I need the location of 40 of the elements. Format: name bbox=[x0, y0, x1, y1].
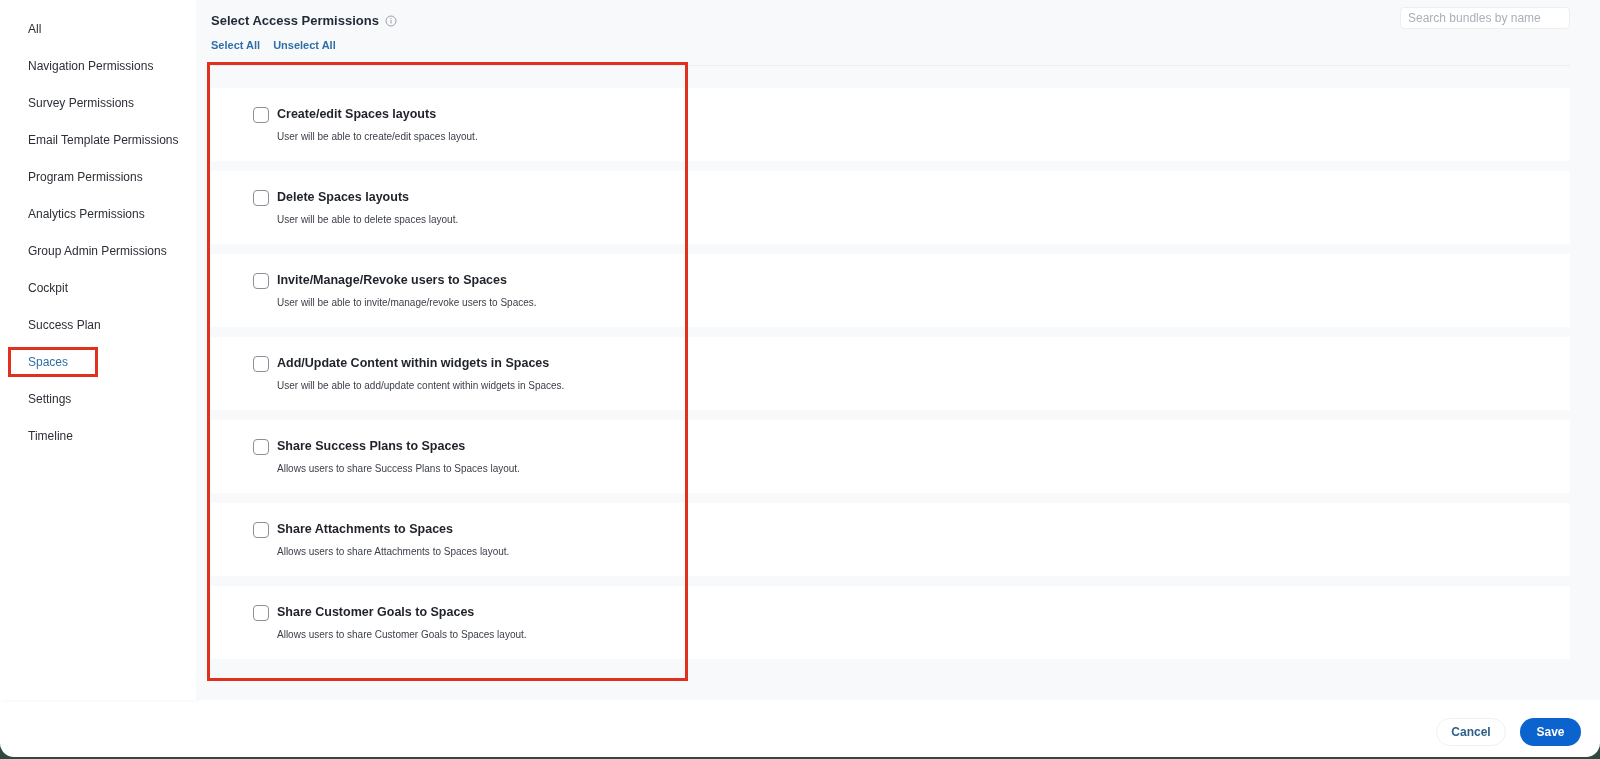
sidebar-item[interactable]: Program Permissions bbox=[8, 162, 196, 192]
permission-description: Allows users to share Success Plans to Spaces layout. bbox=[277, 461, 520, 476]
checkbox[interactable] bbox=[253, 107, 269, 123]
select-all-link[interactable]: Select All bbox=[211, 36, 261, 53]
sidebar-item[interactable]: Success Plan bbox=[8, 310, 196, 340]
sidebar-item[interactable]: Analytics Permissions bbox=[8, 199, 196, 229]
checkbox[interactable] bbox=[253, 356, 269, 372]
permission-description: Allows users to share Customer Goals to Spaces layout. bbox=[277, 627, 527, 642]
sidebar-item[interactable]: Group Admin Permissions bbox=[8, 236, 196, 266]
sidebar-item[interactable]: Cockpit bbox=[8, 273, 196, 303]
section-title: Select Access Permissions bbox=[211, 12, 379, 30]
checkbox[interactable] bbox=[253, 190, 269, 206]
sidebar-item[interactable]: All bbox=[8, 14, 196, 44]
save-button[interactable]: Save bbox=[1520, 718, 1581, 746]
sidebar-item[interactable]: Email Template Permissions bbox=[8, 125, 196, 155]
permission-title: Add/Update Content within widgets in Spaces bbox=[277, 355, 551, 372]
info-icon[interactable] bbox=[384, 14, 397, 27]
permission-description: User will be able to delete spaces layout. bbox=[277, 212, 459, 227]
sidebar-item[interactable]: Settings bbox=[8, 384, 196, 414]
permission-description: User will be able to add/update content within widgets in Spaces. bbox=[277, 378, 565, 393]
permission-title: Share Attachments to Spaces bbox=[277, 521, 454, 538]
sidebar-item[interactable]: Navigation Permissions bbox=[8, 51, 196, 81]
search-field[interactable]: Search bundles by name bbox=[1400, 7, 1570, 29]
permission-description: User will be able to create/edit spaces layout. bbox=[277, 129, 478, 144]
permission-title: Delete Spaces layouts bbox=[277, 189, 410, 206]
permission-title: Share Customer Goals to Spaces bbox=[277, 604, 476, 621]
sidebar-item[interactable]: Survey Permissions bbox=[8, 88, 196, 118]
checkbox[interactable] bbox=[253, 273, 269, 289]
checkbox[interactable] bbox=[253, 605, 269, 621]
sidebar-item[interactable]: Timeline bbox=[8, 421, 196, 451]
permission-title: Create/edit Spaces layouts bbox=[277, 106, 438, 123]
permission-description: Allows users to share Attachments to Spaces layout. bbox=[277, 544, 510, 559]
checkbox[interactable] bbox=[253, 522, 269, 538]
unselect-all-link[interactable]: Unselect All bbox=[273, 36, 336, 53]
sidebar-item[interactable]: Spaces bbox=[8, 347, 98, 377]
permission-title: Share Success Plans to Spaces bbox=[277, 438, 467, 455]
cancel-button[interactable]: Cancel bbox=[1436, 718, 1506, 746]
permission-title: Invite/Manage/Revoke users to Spaces bbox=[277, 272, 508, 289]
permission-description: User will be able to invite/manage/revoke users to Spaces. bbox=[277, 295, 537, 310]
checkbox[interactable] bbox=[253, 439, 269, 455]
